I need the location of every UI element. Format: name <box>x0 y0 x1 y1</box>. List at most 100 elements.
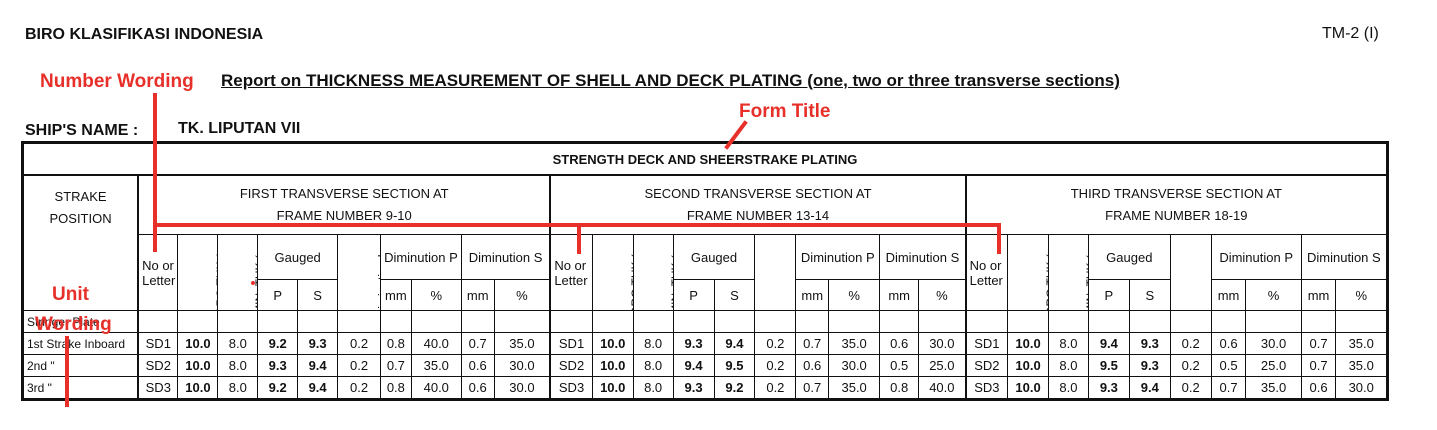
org-thk-cell <box>177 310 219 333</box>
org-thk-header: ORG THK (mm) <box>1007 234 1049 311</box>
dim-s-pct-cell: 30.0 <box>493 376 552 400</box>
diminution-level-cell: 0.2 <box>337 332 382 355</box>
gauged-p-header: P <box>257 279 299 311</box>
dim-s-pct-header: % <box>1335 279 1388 311</box>
diminution-level-cell <box>754 310 797 333</box>
section-2-title: SECOND TRANSVERSE SECTION AT FRAME NUMBER… <box>549 174 967 235</box>
min-thk-cell: 8.0 <box>1048 376 1089 400</box>
gauged-p-cell: 9.5 <box>1087 354 1130 377</box>
gauged-s-cell <box>297 310 339 333</box>
report-title: Report on THICKNESS MEASUREMENT OF SHELL… <box>221 71 1120 90</box>
dim-s-pct-cell: 30.0 <box>493 354 552 377</box>
org-thk-cell: 10.0 <box>1007 376 1049 400</box>
table-row: Stringer Plate <box>22 310 1388 333</box>
dim-s-pct-cell: 30.0 <box>918 332 967 355</box>
gauged-s-cell: 9.4 <box>297 354 339 377</box>
dim-p-pct-cell: 25.0 <box>1245 354 1302 377</box>
dim-s-mm-cell: 0.7 <box>460 332 495 355</box>
wording-annotation: Wording <box>35 314 112 335</box>
dim-s-mm-cell <box>1300 310 1337 333</box>
org-thk-cell: 10.0 <box>177 332 219 355</box>
no-or-letter-cell: SD3 <box>965 376 1009 400</box>
gauged-s-header: S <box>297 279 339 311</box>
dim-s-pct-cell: 40.0 <box>918 376 967 400</box>
min-thk-cell: 8.0 <box>632 332 674 355</box>
gauged-s-cell: 9.3 <box>1128 354 1171 377</box>
gauged-p-cell: 9.4 <box>672 354 715 377</box>
dim-s-mm-cell: 0.6 <box>1300 376 1337 400</box>
dim-s-mm-cell: 0.6 <box>879 332 920 355</box>
dim-p-mm-cell: 0.5 <box>1210 354 1247 377</box>
dim-p-pct-cell <box>410 310 462 333</box>
gauged-p-cell <box>1087 310 1130 333</box>
dim-p-mm-cell <box>380 310 412 333</box>
org-thk-cell <box>1007 310 1049 333</box>
min-thk-cell: 8.0 <box>632 376 674 400</box>
org-thk-cell: 10.0 <box>1007 332 1049 355</box>
diminution-level-cell: 0.2 <box>754 354 797 377</box>
no-or-letter-cell <box>549 310 593 333</box>
dim-p-pct-cell: 35.0 <box>828 332 881 355</box>
no-or-letter-header: No or Letter <box>965 234 1009 311</box>
min-thk-cell <box>1048 310 1089 333</box>
section-3-title: THIRD TRANSVERSE SECTION AT FRAME NUMBER … <box>965 174 1388 235</box>
org-thk-header: ORG THK (mm) <box>591 234 634 311</box>
org-thk-cell: 10.0 <box>591 332 634 355</box>
org-thk-label: ORG THK (mm) <box>214 234 218 311</box>
dim-p-mm-header: mm <box>795 279 830 311</box>
dim-s-pct-cell: 35.0 <box>1335 332 1388 355</box>
dim-s-pct-cell <box>493 310 552 333</box>
table-row: 3rd " SD3 10.0 8.0 9.2 9.4 0.2 0.8 40.0 0.6 30.0 SD… <box>22 376 1388 400</box>
dim-p-pct-cell: 35.0 <box>410 354 462 377</box>
dim-s-mm-header: mm <box>460 279 495 311</box>
gauged-s-cell: 9.5 <box>713 354 756 377</box>
table-row: 2nd " SD2 10.0 8.0 9.3 9.4 0.2 0.7 35.0 0.6 30.0 SD… <box>22 354 1388 377</box>
org-thk-cell: 10.0 <box>591 376 634 400</box>
org-thk-label: ORG THK (mm) <box>1043 234 1049 311</box>
dim-p-pct-header: % <box>410 279 462 311</box>
dim-p-pct-cell: 40.0 <box>410 332 462 355</box>
gauged-header: Gauged <box>672 234 756 280</box>
dim-p-mm-cell: 0.6 <box>1210 332 1247 355</box>
gauged-s-cell: 9.3 <box>1128 332 1171 355</box>
no-or-letter-cell <box>137 310 179 333</box>
dim-p-pct-cell: 30.0 <box>1245 332 1302 355</box>
min-thk-cell: 8.0 <box>217 354 259 377</box>
min-thk-cell <box>217 310 259 333</box>
gauged-p-header: P <box>1087 279 1130 311</box>
diminution-level-header: Diminution Level <box>337 234 382 311</box>
dim-p-mm-cell: 0.7 <box>1210 376 1247 400</box>
no-or-letter-cell <box>965 310 1009 333</box>
min-thk-label: MIN. THK (mm) <box>668 234 674 311</box>
gauged-p-cell: 9.3 <box>1087 376 1130 400</box>
form-title-annotation: Form Title <box>739 101 831 122</box>
gauged-s-cell: 9.3 <box>297 332 339 355</box>
gauged-p-header: P <box>672 279 715 311</box>
dim-p-mm-cell: 0.7 <box>795 376 830 400</box>
unit-annotation: Unit <box>52 284 89 305</box>
min-thk-cell <box>632 310 674 333</box>
section-1-title: FIRST TRANSVERSE SECTION AT FRAME NUMBER … <box>137 174 552 235</box>
dim-s-mm-cell <box>879 310 920 333</box>
gauged-s-header: S <box>713 279 756 311</box>
dim-p-pct-cell: 35.0 <box>828 376 881 400</box>
no-or-letter-cell: SD1 <box>549 332 593 355</box>
dim-s-pct-cell: 25.0 <box>918 354 967 377</box>
min-thk-header: MIN. THK (mm) <box>217 234 259 311</box>
no-or-letter-cell: SD3 <box>137 376 179 400</box>
dim-p-pct-cell <box>828 310 881 333</box>
dim-s-pct-cell: 30.0 <box>1335 376 1388 400</box>
dim-p-mm-cell: 0.7 <box>380 354 412 377</box>
table-row: 1st Strake Inboard SD1 10.0 8.0 9.2 9.3 0.2 0.8… <box>22 332 1388 355</box>
dim-s-mm-cell <box>460 310 495 333</box>
dim-p-mm-cell: 0.8 <box>380 332 412 355</box>
gauged-s-header: S <box>1128 279 1171 311</box>
diminution-level-label: Diminution Level <box>375 234 381 311</box>
gauged-s-cell: 9.4 <box>297 376 339 400</box>
gauged-p-cell: 9.4 <box>1087 332 1130 355</box>
org-thk-cell <box>591 310 634 333</box>
diminution-level-header: Diminution Level <box>754 234 797 311</box>
org-thk-cell: 10.0 <box>1007 354 1049 377</box>
dim-p-pct-cell: 30.0 <box>828 354 881 377</box>
gauged-p-cell: 9.3 <box>672 332 715 355</box>
